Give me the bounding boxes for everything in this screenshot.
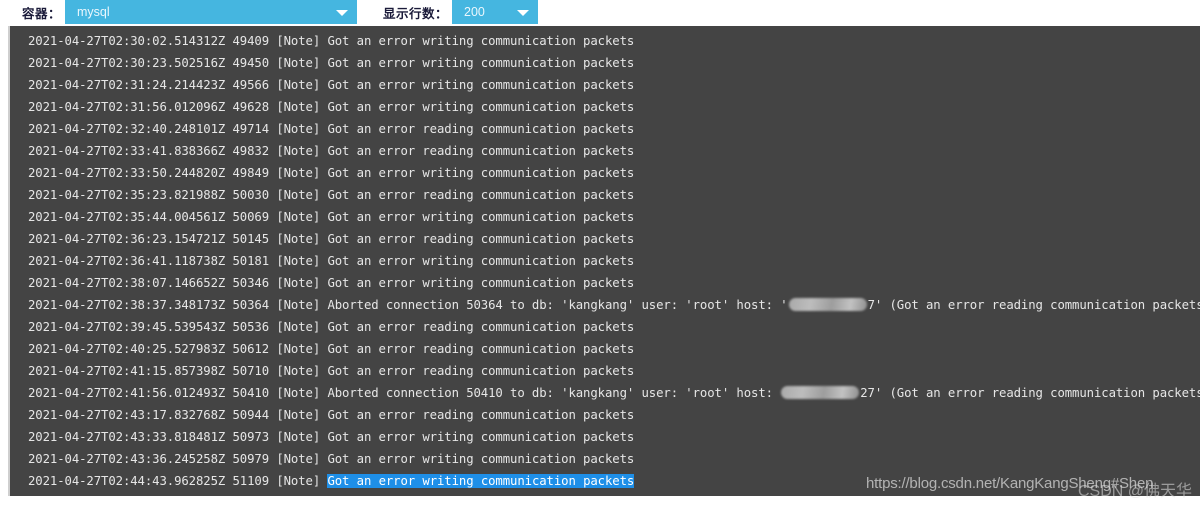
- log-line-text: 2021-04-27T02:38:37.348173Z 50364 [Note]…: [28, 298, 788, 312]
- log-line: 2021-04-27T02:38:07.146652Z 50346 [Note]…: [10, 272, 1200, 294]
- log-line-text: 2021-04-27T02:33:50.244820Z 49849 [Note]…: [28, 166, 635, 180]
- log-line-text-suffix: 7' (Got an error reading communication p…: [867, 298, 1200, 312]
- log-line-text: 2021-04-27T02:31:24.214423Z 49566 [Note]…: [28, 78, 635, 92]
- log-line: 2021-04-27T02:33:50.244820Z 49849 [Note]…: [10, 162, 1200, 184]
- rows-label: 显示行数：: [383, 5, 449, 21]
- log-line-text: 2021-04-27T02:44:43.962825Z 51109 [Note]: [28, 474, 328, 488]
- container-field-group: 容器： mysql: [22, 0, 358, 24]
- log-line: 2021-04-27T02:31:24.214423Z 49566 [Note]…: [10, 74, 1200, 96]
- log-line: 2021-04-27T02:43:17.832768Z 50944 [Note]…: [10, 404, 1200, 426]
- toolbar: 容器： mysql 显示行数： 200: [0, 0, 1200, 24]
- log-line-text: 2021-04-27T02:31:56.012096Z 49628 [Note]…: [28, 100, 635, 114]
- log-line-text: 2021-04-27T02:35:23.821988Z 50030 [Note]…: [28, 188, 635, 202]
- log-line-text: 2021-04-27T02:39:45.539543Z 50536 [Note]…: [28, 320, 635, 334]
- log-line-text: 2021-04-27T02:43:36.245258Z 50979 [Note]…: [28, 452, 635, 466]
- log-line-text: 2021-04-27T02:40:25.527983Z 50612 [Note]…: [28, 342, 635, 356]
- chevron-down-icon: [517, 10, 530, 16]
- log-line: 2021-04-27T02:35:23.821988Z 50030 [Note]…: [10, 184, 1200, 206]
- rows-select[interactable]: 200: [452, 0, 539, 24]
- log-line: 2021-04-27T02:41:15.857398Z 50710 [Note]…: [10, 360, 1200, 382]
- log-line: 2021-04-27T02:33:41.838366Z 49832 [Note]…: [10, 140, 1200, 162]
- selected-text: Got an error writing communication packe…: [327, 474, 635, 488]
- log-line: 2021-04-27T02:43:33.818481Z 50973 [Note]…: [10, 426, 1200, 448]
- log-line: 2021-04-27T02:41:56.012493Z 50410 [Note]…: [10, 382, 1200, 404]
- chevron-down-icon: [336, 10, 349, 16]
- container-select-value: mysql: [77, 5, 110, 19]
- log-line: 2021-04-27T02:39:45.539543Z 50536 [Note]…: [10, 316, 1200, 338]
- log-line: 2021-04-27T02:31:56.012096Z 49628 [Note]…: [10, 96, 1200, 118]
- log-output-panel[interactable]: 2021-04-27T02:30:02.514312Z 49409 [Note]…: [8, 26, 1200, 496]
- log-line-text: 2021-04-27T02:36:41.118738Z 50181 [Note]…: [28, 254, 635, 268]
- log-line-text: 2021-04-27T02:41:15.857398Z 50710 [Note]…: [28, 364, 635, 378]
- log-line-text: 2021-04-27T02:33:41.838366Z 49832 [Note]…: [28, 144, 635, 158]
- log-line-text: 2021-04-27T02:30:02.514312Z 49409 [Note]…: [28, 34, 635, 48]
- log-line: 2021-04-27T02:44:43.962825Z 51109 [Note]…: [10, 470, 1200, 492]
- log-line: 2021-04-27T02:32:40.248101Z 49714 [Note]…: [10, 118, 1200, 140]
- log-line-text: 2021-04-27T02:30:23.502516Z 49450 [Note]…: [28, 56, 635, 70]
- log-line: 2021-04-27T02:43:36.245258Z 50979 [Note]…: [10, 448, 1200, 470]
- log-line-text: 2021-04-27T02:35:44.004561Z 50069 [Note]…: [28, 210, 635, 224]
- log-line-text: 2021-04-27T02:36:23.154721Z 50145 [Note]…: [28, 232, 635, 246]
- log-line: 2021-04-27T02:38:37.348173Z 50364 [Note]…: [10, 294, 1200, 316]
- redacted-host-blur: [781, 386, 860, 399]
- log-line: 2021-04-27T02:30:02.514312Z 49409 [Note]…: [10, 30, 1200, 52]
- log-line-text: 2021-04-27T02:38:07.146652Z 50346 [Note]…: [28, 276, 635, 290]
- rows-select-value: 200: [464, 5, 485, 19]
- log-line-text: 2021-04-27T02:32:40.248101Z 49714 [Note]…: [28, 122, 635, 136]
- container-select[interactable]: mysql: [65, 0, 358, 24]
- redacted-host-blur: [788, 298, 867, 311]
- rows-field-group: 显示行数： 200: [383, 0, 539, 24]
- log-line-text-suffix: 27' (Got an error reading communication …: [860, 386, 1200, 400]
- log-line-text: 2021-04-27T02:43:17.832768Z 50944 [Note]…: [28, 408, 635, 422]
- log-line: 2021-04-27T02:36:23.154721Z 50145 [Note]…: [10, 228, 1200, 250]
- log-line: 2021-04-27T02:30:23.502516Z 49450 [Note]…: [10, 52, 1200, 74]
- container-label: 容器：: [22, 5, 62, 21]
- log-line: 2021-04-27T02:40:25.527983Z 50612 [Note]…: [10, 338, 1200, 360]
- log-line-text: 2021-04-27T02:41:56.012493Z 50410 [Note]…: [28, 386, 781, 400]
- log-line-text: 2021-04-27T02:43:33.818481Z 50973 [Note]…: [28, 430, 635, 444]
- log-line: 2021-04-27T02:36:41.118738Z 50181 [Note]…: [10, 250, 1200, 272]
- log-line: 2021-04-27T02:35:44.004561Z 50069 [Note]…: [10, 206, 1200, 228]
